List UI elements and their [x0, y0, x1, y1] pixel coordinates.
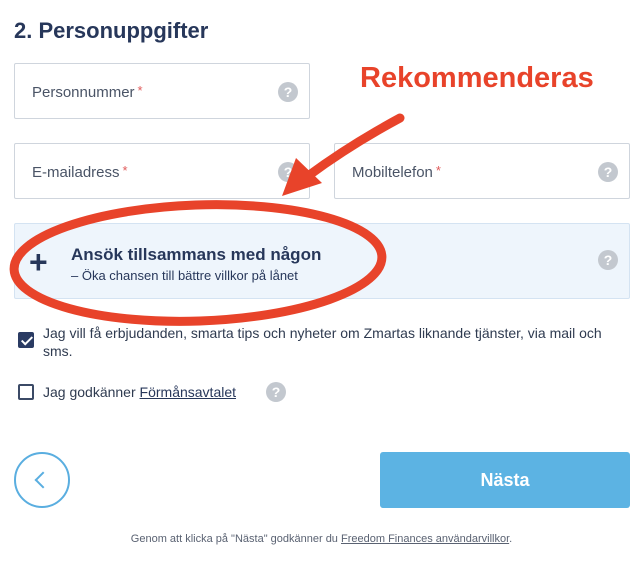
marketing-consent-checkbox[interactable] [18, 332, 34, 348]
personnummer-label: Personnummer * [32, 83, 143, 101]
marketing-consent-row[interactable]: Jag vill få erbjudanden, smarta tips och… [18, 324, 618, 364]
agreement-consent-row[interactable]: Jag godkänner Förmånsavtalet ? [18, 382, 318, 405]
personnummer-field[interactable]: Personnummer * ? [14, 63, 310, 119]
chevron-left-icon [34, 471, 52, 489]
back-button[interactable] [14, 452, 70, 508]
mobile-phone-label: Mobiltelefon * [352, 163, 441, 181]
plus-icon: + [29, 244, 48, 280]
terms-link[interactable]: Freedom Finances användarvillkor [341, 533, 509, 545]
agreement-label: Jag godkänner Förmånsavtalet [43, 384, 237, 400]
agreement-checkbox[interactable] [18, 384, 34, 400]
page-title: 2. Personuppgifter [14, 18, 209, 43]
apply-together-title: Ansök tillsammans med någon [71, 245, 322, 264]
email-field[interactable]: E-mailadress * ? [14, 143, 310, 199]
email-label: E-mailadress * [32, 163, 128, 181]
help-icon[interactable]: ? [278, 162, 298, 182]
help-icon[interactable]: ? [278, 82, 298, 102]
apply-together-subtitle: – Öka chansen till bättre villkor på lån… [71, 268, 298, 283]
marketing-consent-label: Jag vill få erbjudanden, smarta tips och… [43, 325, 602, 359]
annotation-label: Rekommenderas [360, 62, 594, 94]
terms-footer: Genom att klicka på "Nästa" godkänner du… [130, 533, 513, 545]
help-icon[interactable]: ? [266, 382, 286, 402]
formansavtalet-link[interactable]: Förmånsavtalet [140, 384, 236, 400]
help-icon[interactable]: ? [598, 250, 618, 270]
next-button[interactable]: Nästa [380, 452, 630, 508]
apply-together-button[interactable]: + Ansök tillsammans med någon – Öka chan… [14, 223, 630, 299]
mobile-phone-field[interactable]: Mobiltelefon * ? [334, 143, 630, 199]
help-icon[interactable]: ? [598, 162, 618, 182]
